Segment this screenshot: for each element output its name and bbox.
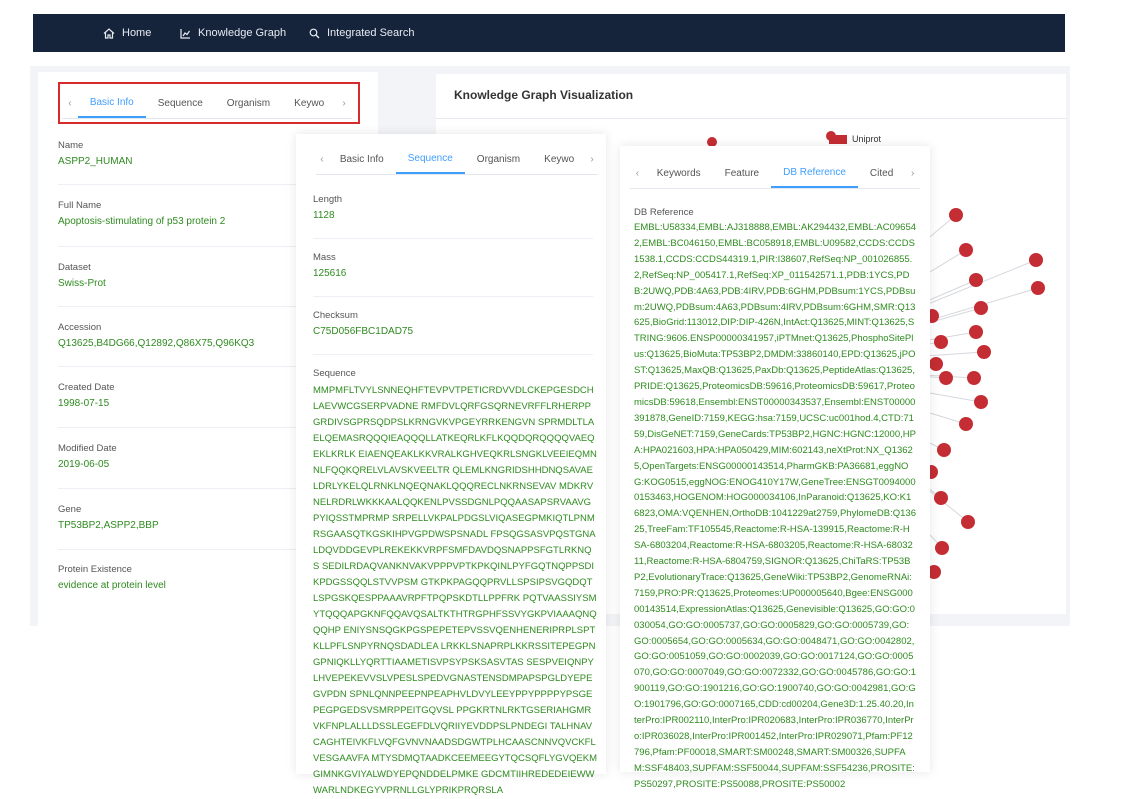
field-name: Name ASPP2_HUMAN [58,140,298,167]
graph-node[interactable] [974,301,988,315]
chevron-right-icon[interactable]: › [586,144,598,174]
graph-node[interactable] [949,208,963,222]
highlight-box [58,82,360,124]
graph-node[interactable] [967,371,981,385]
divider [58,306,296,307]
field-label: Accession [58,322,102,333]
nav-knowledge-graph[interactable]: Knowledge Graph [180,14,286,52]
tab-basic-info[interactable]: Basic Info [328,144,396,174]
divider [58,488,296,489]
field-db-reference: DB Reference EMBL:U58334,EMBL:AJ318888,E… [634,207,916,793]
divider [58,366,296,367]
top-navbar: Home Knowledge Graph Integrated Search [33,14,1065,52]
field-label: Sequence [313,368,356,379]
search-icon [309,28,320,39]
field-label: Name [58,140,84,151]
field-value: 125616 [313,268,347,279]
graph-node[interactable] [937,443,951,457]
graph-node[interactable] [934,491,948,505]
db-reference-panel: ‹ Keywords Feature DB Reference Cited › … [620,146,930,790]
divider [436,118,1066,119]
field-length: Length 1128 [313,194,593,221]
field-protein-existence: Protein Existence evidence at protein le… [58,564,298,591]
field-dataset: Dataset Swiss-Prot [58,262,298,289]
nav-knowledge-graph-label: Knowledge Graph [198,27,287,39]
chart-icon [180,28,191,39]
chevron-left-icon[interactable]: ‹ [630,158,645,188]
field-label: Modified Date [58,443,117,454]
divider [58,184,296,185]
panel3-tab-bar: ‹ Keywords Feature DB Reference Cited › [630,158,920,189]
field-value: ASPP2_HUMAN [58,156,133,167]
field-label: Protein Existence [58,564,132,575]
legend-label: Uniprot [852,134,882,144]
field-sequence: Sequence MMPMFLTVYLSNNEQHFTEVPVTPETICRDV… [313,368,597,799]
graph-node[interactable] [929,357,943,371]
graph-node[interactable] [935,541,949,555]
divider [313,296,593,297]
db-reference-text: EMBL:U58334,EMBL:AJ318888,EMBL:AK294432,… [634,222,917,790]
panel2-tab-bar: ‹ Basic Info Sequence Organism Keywo › [316,144,598,175]
field-value: 1998-07-15 [58,398,110,409]
field-value: Q13625,B4DG66,Q12892,Q86X75,Q96KQ3 [58,338,255,349]
graph-node[interactable] [959,417,973,431]
field-label: Gene [58,504,82,515]
tab-keywords[interactable]: Keywo [532,144,586,174]
field-value: Swiss-Prot [58,278,106,289]
divider [313,354,593,355]
field-value: C75D056FBC1DAD75 [313,326,414,337]
field-label: Full Name [58,200,102,211]
graph-node[interactable] [977,345,991,359]
tab-sequence[interactable]: Sequence [395,144,465,174]
tab-cited[interactable]: Cited [858,158,905,188]
graph-node[interactable] [934,335,948,349]
field-label: DB Reference [634,207,694,218]
graph-node[interactable] [1029,253,1043,267]
divider [58,246,296,247]
nav-home-label: Home [122,27,152,39]
tab-feature[interactable]: Feature [713,158,771,188]
home-icon [103,27,115,39]
divider [58,549,296,550]
field-created-date: Created Date 1998-07-15 [58,382,298,409]
field-label: Checksum [313,310,358,321]
sequence-panel: ‹ Basic Info Sequence Organism Keywo › L… [296,134,606,796]
field-value: 2019-06-05 [58,459,110,470]
legend-swatch [829,135,847,144]
graph-node[interactable] [939,371,953,385]
sequence-text: MMPMFLTVYLSNNEQHFTEVPVTPETICRDVVDLCKEPGE… [313,385,597,796]
graph-node[interactable] [969,273,983,287]
field-gene: Gene TP53BP2,ASPP2,BBP [58,504,298,531]
chevron-left-icon[interactable]: ‹ [316,144,328,174]
field-mass: Mass 125616 [313,252,593,279]
field-value: 1128 [313,210,335,221]
divider [313,238,593,239]
graph-node[interactable] [961,515,975,529]
graph-node[interactable] [959,243,973,257]
divider [58,427,296,428]
field-full-name: Full Name Apoptosis-stimulating of p53 p… [58,200,298,227]
nav-integrated-search-label: Integrated Search [327,27,415,39]
field-value: evidence at protein level [58,580,166,591]
field-modified-date: Modified Date 2019-06-05 [58,443,298,470]
graph-node[interactable] [1031,281,1045,295]
chevron-right-icon[interactable]: › [905,158,920,188]
nav-integrated-search[interactable]: Integrated Search [309,14,414,52]
knowledge-graph-title: Knowledge Graph Visualization [454,88,634,102]
field-checksum: Checksum C75D056FBC1DAD75 [313,310,593,337]
graph-node[interactable] [974,395,988,409]
graph-node[interactable] [969,325,983,339]
field-label: Created Date [58,382,115,393]
tab-organism[interactable]: Organism [465,144,532,174]
field-label: Length [313,194,343,205]
tab-keywords[interactable]: Keywords [645,158,713,188]
field-value: TP53BP2,ASPP2,BBP [58,520,159,531]
field-label: Mass [313,252,336,263]
field-accession: Accession Q13625,B4DG66,Q12892,Q86X75,Q9… [58,322,298,349]
field-value: Apoptosis-stimulating of p53 protein 2 [58,216,226,227]
tab-db-reference[interactable]: DB Reference [771,158,858,188]
nav-home[interactable]: Home [103,14,151,52]
field-label: Dataset [58,262,91,273]
